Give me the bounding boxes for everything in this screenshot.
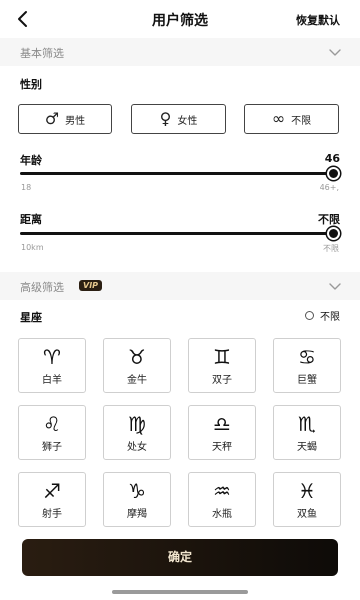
sagittarius-icon: ♐︎ [43, 479, 61, 503]
age-value: 46 [324, 152, 340, 165]
gender-any-label: 不限 [291, 115, 312, 127]
zodiac-option-aries[interactable]: ♈︎ 白羊 [18, 338, 86, 393]
radio-icon[interactable] [305, 311, 314, 320]
virgo-icon: ♍︎ [128, 412, 146, 436]
female-icon: ♀ [159, 109, 172, 128]
zodiac-label: 星座 [20, 311, 42, 324]
header-bar: 用户筛选 恢复默认 [0, 0, 360, 38]
basic-filter-label: 基本筛选 [20, 47, 64, 60]
male-icon: ♂ [44, 109, 60, 128]
gender-any-button[interactable]: ∞ 不限 [244, 104, 339, 134]
gender-male-label: 男性 [65, 115, 86, 127]
age-slider-thumb[interactable] [327, 167, 340, 180]
aquarius-icon: ♒︎ [213, 479, 231, 503]
zodiac-option-label: 射手 [42, 509, 62, 520]
confirm-button[interactable]: 确定 [22, 539, 338, 576]
cancer-icon: ♋︎ [298, 345, 316, 369]
gender-male-button[interactable]: ♂ 男性 [18, 104, 112, 134]
capricorn-icon: ♑︎ [128, 479, 146, 503]
basic-filter-section[interactable]: 基本筛选 [0, 38, 360, 66]
zodiac-option-label: 双子 [212, 375, 232, 386]
zodiac-option-label: 摩羯 [127, 509, 147, 520]
age-min-label: 18 [21, 183, 32, 192]
pisces-icon: ♓︎ [298, 479, 316, 503]
zodiac-option-label: 白羊 [42, 375, 62, 386]
aries-icon: ♈︎ [43, 345, 61, 369]
taurus-icon: ♉︎ [128, 345, 146, 369]
zodiac-option-leo[interactable]: ♌︎ 狮子 [18, 405, 86, 460]
zodiac-option-label: 金牛 [127, 375, 147, 386]
zodiac-unlimited-option[interactable]: 不限 [305, 308, 340, 323]
zodiac-option-aquarius[interactable]: ♒︎ 水瓶 [188, 472, 256, 527]
zodiac-option-pisces[interactable]: ♓︎ 双鱼 [273, 472, 341, 527]
zodiac-option-scorpio[interactable]: ♏︎ 天蝎 [273, 405, 341, 460]
home-indicator [112, 590, 248, 594]
zodiac-option-libra[interactable]: ♎︎ 天秤 [188, 405, 256, 460]
gemini-icon: ♊︎ [213, 345, 231, 369]
gender-female-button[interactable]: ♀ 女性 [131, 104, 226, 134]
advanced-filter-label: 高级筛选 [20, 281, 64, 294]
zodiac-unlimited-label: 不限 [320, 312, 340, 323]
distance-max-label: 不限 [323, 244, 339, 253]
chevron-down-icon[interactable] [328, 44, 342, 58]
zodiac-option-label: 巨蟹 [297, 375, 317, 386]
zodiac-option-label: 双鱼 [297, 509, 317, 520]
zodiac-option-sagittarius[interactable]: ♐︎ 射手 [18, 472, 86, 527]
zodiac-option-label: 天蝎 [297, 442, 317, 453]
zodiac-option-label: 天秤 [212, 442, 232, 453]
infinity-icon: ∞ [271, 109, 286, 128]
distance-slider-track[interactable] [20, 232, 340, 235]
zodiac-option-label: 处女 [127, 442, 147, 453]
distance-min-label: 10km [21, 243, 44, 252]
age-max-label: 46+, [319, 183, 339, 192]
vip-badge: VIP [79, 280, 103, 291]
libra-icon: ♎︎ [213, 412, 231, 436]
zodiac-option-label: 狮子 [42, 442, 62, 453]
zodiac-option-capricorn[interactable]: ♑︎ 摩羯 [103, 472, 171, 527]
chevron-down-icon[interactable] [328, 278, 342, 292]
advanced-filter-section[interactable]: 高级筛选 VIP [0, 272, 360, 300]
zodiac-option-gemini[interactable]: ♊︎ 双子 [188, 338, 256, 393]
zodiac-option-virgo[interactable]: ♍︎ 处女 [103, 405, 171, 460]
gender-female-label: 女性 [177, 115, 198, 127]
age-label: 年龄 [20, 154, 42, 167]
zodiac-option-taurus[interactable]: ♉︎ 金牛 [103, 338, 171, 393]
gender-label: 性别 [20, 78, 42, 91]
leo-icon: ♌︎ [43, 412, 61, 436]
zodiac-option-label: 水瓶 [212, 509, 232, 520]
scorpio-icon: ♏︎ [298, 412, 316, 436]
zodiac-option-cancer[interactable]: ♋︎ 巨蟹 [273, 338, 341, 393]
distance-slider-thumb[interactable] [327, 227, 340, 240]
age-slider-track[interactable] [20, 172, 340, 175]
distance-value: 不限 [318, 213, 340, 226]
distance-label: 距离 [20, 213, 42, 226]
reset-default-button[interactable]: 恢复默认 [296, 12, 340, 28]
